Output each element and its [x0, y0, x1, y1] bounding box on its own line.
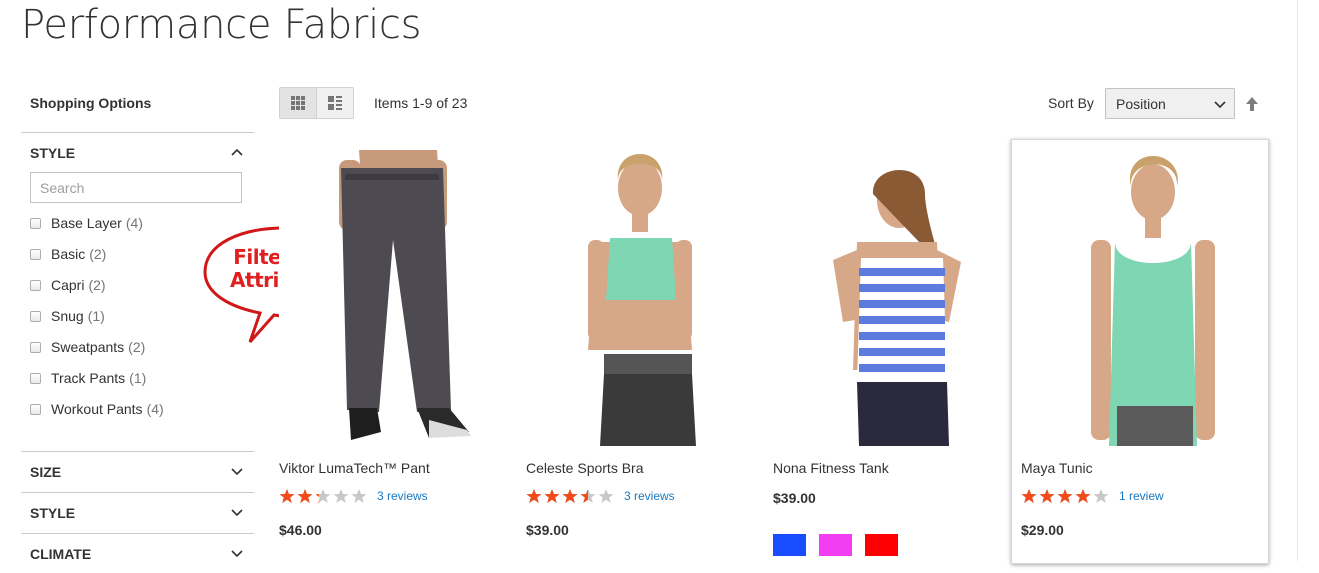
filter-option[interactable]: Snug (1)	[30, 306, 105, 326]
filter-option[interactable]: Workout Pants (4)	[30, 399, 164, 419]
option-label: Capri	[51, 277, 85, 293]
chevron-up-icon	[231, 148, 243, 156]
filter-style-label: STYLE	[30, 145, 76, 161]
option-count: (1)	[129, 370, 147, 386]
sort-direction-arrow-icon[interactable]	[1245, 96, 1259, 112]
rating-stars-icon	[526, 489, 614, 503]
swatch-red[interactable]	[865, 534, 898, 556]
swatch-magenta[interactable]	[819, 534, 852, 556]
shopping-options-heading: Shopping Options	[30, 95, 152, 111]
filter-option[interactable]: Base Layer (4)	[30, 213, 143, 233]
checkbox[interactable]	[30, 403, 41, 415]
checkbox[interactable]	[30, 310, 41, 322]
grid-mode-button[interactable]	[280, 88, 316, 118]
product-price: $29.00	[1021, 522, 1064, 538]
list-mode-button[interactable]	[316, 88, 353, 118]
filter-climate-label: CLIMATE	[30, 546, 92, 562]
option-label: Snug	[51, 308, 84, 324]
option-label: Base Layer	[51, 215, 122, 231]
option-count: (2)	[88, 277, 106, 293]
product-name[interactable]: Maya Tunic	[1021, 460, 1093, 476]
option-label: Basic	[51, 246, 86, 262]
rating-stars-icon	[1021, 489, 1109, 503]
product-price: $46.00	[279, 522, 322, 538]
option-count: (4)	[146, 401, 164, 417]
filter-style2-title[interactable]: STYLE	[21, 492, 254, 532]
color-swatches	[773, 534, 911, 556]
chevron-down-icon	[231, 550, 243, 558]
chevron-down-icon	[1214, 101, 1226, 109]
chevron-down-icon	[231, 509, 243, 517]
checkbox[interactable]	[30, 279, 41, 291]
filter-size-title[interactable]: SIZE	[21, 451, 254, 491]
option-label: Workout Pants	[51, 401, 143, 417]
option-count: (2)	[89, 246, 107, 262]
rating-stars-icon	[279, 489, 367, 503]
product-price: $39.00	[526, 522, 569, 538]
swatch-blue[interactable]	[773, 534, 806, 556]
filter-option[interactable]: Sweatpants (2)	[30, 337, 145, 357]
filter-size-label: SIZE	[30, 464, 62, 480]
product-rating: 3 reviews	[526, 488, 675, 504]
checkbox[interactable]	[30, 248, 41, 260]
product-name[interactable]: Viktor LumaTech™ Pant	[279, 460, 430, 476]
product-name[interactable]: Celeste Sports Bra	[526, 460, 644, 476]
filter-option[interactable]: Track Pants (1)	[30, 368, 146, 388]
reviews-link[interactable]: 3 reviews	[624, 489, 675, 503]
checkbox[interactable]	[30, 372, 41, 384]
product-image[interactable]	[1021, 150, 1261, 448]
product-image[interactable]	[773, 150, 1013, 448]
toolbar-amount: Items 1-9 of 23	[374, 95, 468, 111]
option-count: (4)	[125, 215, 143, 231]
page-scrollbar[interactable]	[1297, 0, 1319, 561]
view-mode-switcher	[279, 87, 354, 119]
product-item[interactable]: Viktor LumaTech™ Pant 3 reviews $46.00	[279, 140, 537, 561]
product-image[interactable]	[526, 150, 766, 448]
reviews-link[interactable]: 1 review	[1119, 489, 1164, 503]
product-item[interactable]: Celeste Sports Bra 3 reviews $39.00	[526, 140, 784, 561]
sort-by-label: Sort By	[1048, 95, 1094, 111]
checkbox[interactable]	[30, 217, 41, 229]
option-label: Sweatpants	[51, 339, 125, 355]
product-rating: 3 reviews	[279, 488, 428, 504]
chevron-down-icon	[231, 468, 243, 476]
grid-icon	[291, 96, 305, 110]
product-name[interactable]: Nona Fitness Tank	[773, 460, 889, 476]
filter-option[interactable]: Basic (2)	[30, 244, 106, 264]
style-search-input[interactable]	[30, 172, 242, 203]
reviews-link[interactable]: 3 reviews	[377, 489, 428, 503]
option-count: (2)	[128, 339, 146, 355]
product-image[interactable]	[279, 150, 519, 448]
filter-climate-title[interactable]: CLIMATE	[21, 533, 254, 573]
filter-style-title[interactable]: STYLE	[21, 132, 254, 172]
filter-style2-label: STYLE	[30, 505, 76, 521]
product-rating: 1 review	[1021, 488, 1164, 504]
option-count: (1)	[87, 308, 105, 324]
list-icon	[328, 96, 342, 110]
sort-by-select[interactable]: Position	[1105, 88, 1235, 119]
sort-by-value: Position	[1116, 96, 1166, 112]
checkbox[interactable]	[30, 341, 41, 353]
option-label: Track Pants	[51, 370, 126, 386]
product-item[interactable]: Nona Fitness Tank $39.00	[773, 140, 1031, 561]
product-price: $39.00	[773, 490, 816, 506]
filter-option[interactable]: Capri (2)	[30, 275, 106, 295]
page-title: Performance Fabrics	[21, 2, 422, 48]
product-item[interactable]: Maya Tunic 1 review $29.00	[1011, 139, 1269, 564]
